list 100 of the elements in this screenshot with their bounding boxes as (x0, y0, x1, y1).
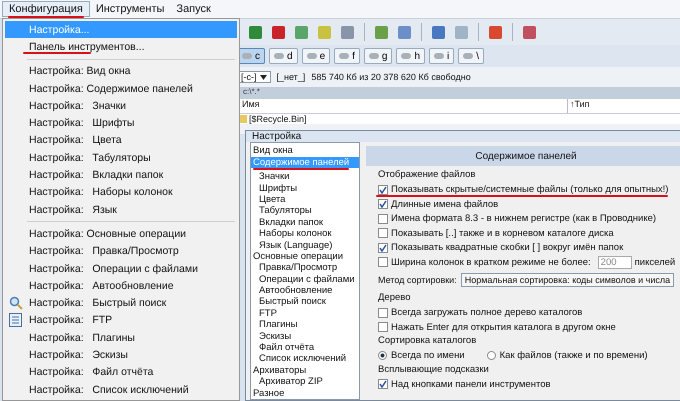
tree-item[interactable]: Табуляторы (251, 205, 359, 217)
toolbar-icon[interactable] (272, 26, 285, 38)
drive-button[interactable]: h (396, 48, 426, 64)
toolbar-icon[interactable] (341, 26, 354, 38)
menu-item[interactable]: Настройка: Основные операции (5, 225, 237, 243)
tree-item[interactable]: Цвета (251, 194, 359, 206)
option-label: Как файлов (также и по времени) (500, 350, 648, 362)
tree-item[interactable]: Наборы колонок (251, 228, 359, 240)
menu-item[interactable]: Настройка: Правка/Просмотр (5, 242, 237, 260)
option-label: Показывать [..] также и в корневом каталоге диска (391, 228, 614, 239)
tree-item[interactable]: Основные операции (251, 250, 359, 262)
checkbox[interactable] (378, 257, 388, 268)
menu-item[interactable]: Настройка: Эскизы (5, 346, 237, 364)
volume-label: [_нет_] (276, 72, 306, 82)
menu-item[interactable]: Настройка: Табуляторы (5, 149, 237, 166)
menu-item[interactable]: Настройка: Быстрый поиск (5, 294, 237, 312)
menu-item[interactable]: Настройка: Наборы колонок (5, 184, 237, 201)
tree-item[interactable]: Правка/Просмотр (251, 262, 359, 274)
drive-dropdown[interactable]: [-c-] (237, 71, 270, 83)
tree-item[interactable]: Разное (251, 388, 359, 399)
menu-item[interactable]: Настройка: Шрифты (5, 114, 237, 132)
tree-item[interactable]: Вкладки папок (251, 216, 359, 228)
toolbar-icon[interactable] (432, 26, 445, 38)
tree-item[interactable]: Архиватор ZIP (251, 376, 359, 388)
tree-item[interactable]: Эскизы (251, 330, 359, 342)
menu-item[interactable]: Настройка: Цвета (5, 132, 237, 150)
group-title: Дерево (378, 291, 412, 306)
tree-item[interactable]: Файл отчёта (251, 342, 359, 354)
tree-item[interactable]: Вид окна (251, 145, 359, 157)
menu-item[interactable]: Настройка: Операции с файлами (5, 260, 237, 278)
menu-item[interactable]: Настройка: Значки (5, 97, 237, 114)
checkbox[interactable] (378, 242, 388, 253)
drive-button[interactable]: g (364, 48, 392, 64)
menu-item[interactable]: Настройка: Содержимое панелей (5, 80, 237, 98)
menu-item[interactable]: Настройка: Список исключений (5, 380, 237, 398)
tree-item[interactable]: Язык (Language) (251, 240, 359, 251)
tree-item[interactable]: Значки (251, 171, 359, 183)
path-bar: c:\*.* (237, 87, 680, 99)
menu-item[interactable]: Панель инструментов... (5, 38, 237, 56)
radio-button[interactable] (486, 351, 496, 360)
unit-label: пикселей (634, 256, 676, 268)
checkbox[interactable] (378, 322, 388, 332)
group-title: Сортировка каталогов (378, 334, 478, 348)
menubar-item[interactable]: Конфигурация (2, 1, 90, 17)
tree-item[interactable]: Список исключений (251, 353, 359, 365)
toolbar-icon[interactable] (375, 26, 388, 38)
menu-item[interactable]: Настройка: Файл отчёта (5, 364, 237, 381)
group-title: Отображение файлов (378, 168, 476, 182)
checkbox[interactable] (378, 199, 388, 210)
column-header[interactable]: ↑Тип (567, 99, 620, 113)
drive-button[interactable]: f (334, 48, 360, 64)
menu-item[interactable]: Настройка: Язык (5, 200, 237, 218)
drive-button[interactable]: \ (458, 48, 484, 64)
checkbox[interactable] (378, 379, 388, 390)
option-label: Показывать квадратные скобки [ ] вокруг имён папок (391, 242, 624, 254)
menu-item[interactable]: Настройка: Вкладки папок (5, 166, 237, 184)
tree-item[interactable]: Шрифты (251, 182, 359, 194)
menu-item[interactable]: Настройка: FTP (5, 312, 237, 330)
file-name[interactable]: [$Recycle.Bin] (249, 114, 307, 124)
option-label: Ширина колонок в кратком режиме не более: (391, 256, 591, 268)
toolbar-icon[interactable] (489, 26, 502, 38)
option-label: Нажать Enter для открытия каталога в другом окне (391, 322, 616, 333)
column-header[interactable]: Имя (237, 99, 567, 113)
drive-button[interactable]: e (302, 48, 330, 64)
annotation-underline (23, 52, 91, 54)
caret-icon (260, 74, 266, 80)
checkbox[interactable] (378, 228, 388, 238)
checkbox[interactable] (378, 184, 388, 195)
menu-item[interactable]: Настройка: Автообновление (5, 277, 237, 294)
tree-item[interactable]: Плагины (251, 319, 359, 331)
tree-item[interactable]: Автообновление (251, 285, 359, 296)
checkbox[interactable] (378, 308, 388, 318)
option-label: Имена формата 8.3 - в нижнем регистре (как в Проводнике) (391, 213, 656, 224)
tree-item[interactable]: Операции с файлами (251, 274, 359, 286)
table-icon (9, 313, 22, 328)
menu-item[interactable]: Настройка: Плагины (5, 329, 237, 346)
dialog-title: Настройка (251, 131, 302, 142)
toolbar-icon[interactable] (523, 26, 536, 38)
tree-item[interactable]: Быстрый поиск (251, 296, 359, 308)
checkbox[interactable] (378, 214, 388, 224)
free-space-text: 585 740 Кб из 20 378 620 Кб свободно (311, 72, 471, 82)
toolbar-icon[interactable] (295, 26, 308, 38)
tree-item[interactable]: Архиваторы (251, 364, 359, 376)
magnifier-icon (9, 296, 23, 310)
menu-item[interactable]: Настройка: Вид окна (5, 62, 237, 80)
toolbar-icon[interactable] (249, 26, 262, 38)
sort-method-label: Метод сортировки: (378, 275, 457, 286)
number-field[interactable]: 200 (598, 256, 632, 269)
option-label: Показывать скрытые/системные файлы (только для опытных!) (391, 184, 668, 196)
option-label: Всегда по имени (391, 350, 465, 362)
toolbar-icon[interactable] (398, 26, 411, 38)
option-label: Длинные имена файлов (391, 198, 498, 210)
drive-button[interactable]: i (429, 48, 454, 64)
drive-button[interactable]: d (269, 48, 298, 64)
menubar-item[interactable]: Инструменты (90, 2, 170, 16)
radio-button[interactable] (378, 351, 387, 360)
menubar-item[interactable]: Запуск (170, 2, 217, 16)
tree-item[interactable]: FTP (251, 308, 359, 320)
option-label: Над кнопками панели инструментов (391, 378, 551, 390)
sort-method-dropdown[interactable]: Нормальная сортировка: коды символов и числа (460, 273, 674, 288)
